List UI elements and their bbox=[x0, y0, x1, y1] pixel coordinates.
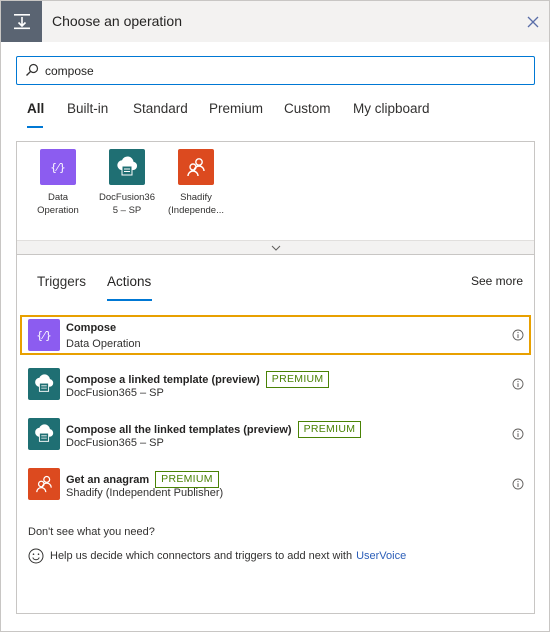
action-title: Get an anagram PREMIUM bbox=[66, 471, 219, 488]
active-subtab-indicator bbox=[107, 299, 152, 301]
data-operation-icon: {⁄} bbox=[28, 319, 60, 351]
connector-label: Shadify (Independe... bbox=[168, 192, 224, 216]
active-tab-indicator bbox=[27, 126, 43, 128]
smiley-icon bbox=[28, 548, 44, 564]
action-row-get-an-anagram[interactable]: Get an anagram PREMIUM Shadify (Independ… bbox=[20, 465, 531, 505]
action-row-compose[interactable]: {⁄} Compose Data Operation bbox=[20, 315, 531, 355]
data-operation-icon: {⁄} bbox=[40, 149, 76, 185]
results-panel: {⁄} Data Operation DocFusion36 5 – SP Sh… bbox=[16, 141, 535, 614]
action-connector-name: DocFusion365 – SP bbox=[66, 387, 164, 399]
action-connector-name: DocFusion365 – SP bbox=[66, 437, 164, 449]
info-icon[interactable] bbox=[512, 329, 524, 341]
connector-list: {⁄} Data Operation DocFusion36 5 – SP Sh… bbox=[17, 142, 534, 240]
search-icon bbox=[26, 63, 39, 76]
action-row-compose-all-linked-templates[interactable]: Compose all the linked templates (previe… bbox=[20, 415, 531, 455]
see-more-link[interactable]: See more bbox=[471, 274, 523, 288]
close-icon bbox=[527, 16, 539, 28]
tab-all[interactable]: All bbox=[27, 101, 44, 116]
action-connector-name: Shadify (Independent Publisher) bbox=[66, 487, 224, 499]
tab-triggers[interactable]: Triggers bbox=[37, 274, 86, 289]
dialog-title: Choose an operation bbox=[52, 13, 182, 29]
tab-standard[interactable]: Standard bbox=[133, 101, 188, 116]
action-title: Compose bbox=[66, 322, 117, 334]
action-connector-name: Data Operation bbox=[66, 338, 141, 350]
people-icon bbox=[28, 468, 60, 500]
action-row-compose-linked-template[interactable]: Compose a linked template (preview) PREM… bbox=[20, 365, 531, 405]
premium-badge: PREMIUM bbox=[265, 371, 330, 388]
premium-badge: PREMIUM bbox=[155, 471, 219, 488]
expand-connectors-button[interactable] bbox=[17, 240, 534, 255]
tab-my-clipboard[interactable]: My clipboard bbox=[353, 101, 430, 116]
action-title: Compose a linked template (preview) PREM… bbox=[66, 371, 330, 388]
close-button[interactable] bbox=[521, 10, 545, 34]
info-icon[interactable] bbox=[512, 428, 524, 440]
premium-badge: PREMIUM bbox=[297, 421, 362, 438]
dont-see-text: Don't see what you need? bbox=[28, 526, 155, 538]
feedback-text: Help us decide which connectors and trig… bbox=[50, 550, 353, 562]
cloud-document-icon bbox=[28, 368, 60, 400]
uservoice-link[interactable]: UserVoice bbox=[356, 550, 406, 562]
feedback-line: Help us decide which connectors and trig… bbox=[28, 548, 406, 564]
svg-text:{⁄}: {⁄} bbox=[50, 161, 66, 174]
operation-step-icon bbox=[1, 1, 42, 42]
cloud-document-icon bbox=[28, 418, 60, 450]
choose-operation-dialog: Choose an operation All Built-in Standar… bbox=[0, 0, 550, 632]
connector-label: Data Operation bbox=[37, 192, 79, 216]
info-icon[interactable] bbox=[512, 378, 524, 390]
people-icon bbox=[178, 149, 214, 185]
connector-docfusion365[interactable]: DocFusion36 5 – SP bbox=[94, 149, 160, 217]
dialog-header: Choose an operation bbox=[1, 1, 549, 42]
search-input[interactable] bbox=[45, 62, 525, 80]
connector-data-operation[interactable]: {⁄} Data Operation bbox=[25, 149, 91, 217]
connector-shadify[interactable]: Shadify (Independe... bbox=[163, 149, 229, 217]
cloud-document-icon bbox=[109, 149, 145, 185]
tab-custom[interactable]: Custom bbox=[284, 101, 331, 116]
tab-built-in[interactable]: Built-in bbox=[67, 101, 108, 116]
connector-label: DocFusion36 5 – SP bbox=[99, 192, 155, 216]
action-title: Compose all the linked templates (previe… bbox=[66, 421, 362, 438]
svg-text:{⁄}: {⁄} bbox=[36, 329, 52, 342]
tab-premium[interactable]: Premium bbox=[209, 101, 263, 116]
chevron-down-icon bbox=[271, 245, 280, 251]
search-box[interactable] bbox=[16, 56, 535, 85]
info-icon[interactable] bbox=[512, 478, 524, 490]
tab-actions[interactable]: Actions bbox=[107, 274, 151, 289]
